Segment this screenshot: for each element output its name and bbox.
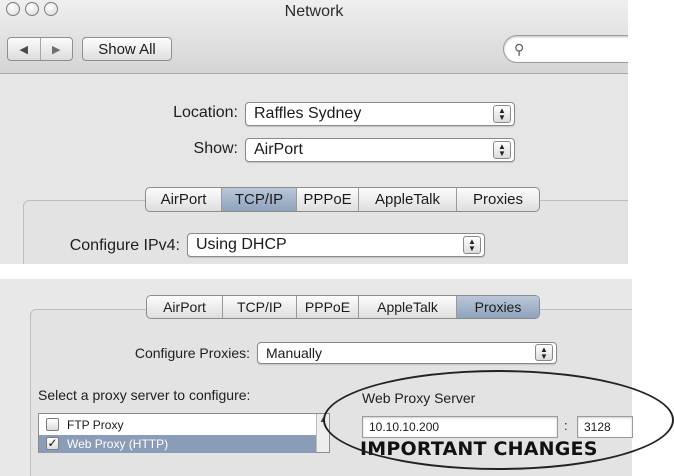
checkbox-icon[interactable]: ✓ bbox=[46, 437, 59, 450]
configure-ipv4-value: Using DHCP bbox=[196, 236, 287, 253]
list-scrollbar[interactable]: ▲ bbox=[316, 414, 329, 452]
search-field[interactable]: ⚲ bbox=[503, 35, 628, 63]
tab-proxies[interactable]: Proxies bbox=[457, 296, 539, 318]
network-window-tcpip: Network ◀ ▶ Show All ⚲ Location: Raffles… bbox=[0, 0, 628, 264]
configure-proxies-label: Configure Proxies: bbox=[134, 345, 250, 361]
tab-appletalk[interactable]: AppleTalk bbox=[359, 188, 457, 211]
tab-pppoe[interactable]: PPPoE bbox=[297, 188, 359, 211]
tab-proxies[interactable]: Proxies bbox=[457, 188, 539, 211]
tab-airport[interactable]: AirPort bbox=[147, 296, 223, 318]
show-value: AirPort bbox=[254, 141, 303, 158]
popup-arrows-icon: ▲ ▼ bbox=[463, 236, 481, 254]
web-proxy-server-field[interactable]: 10.10.10.200 bbox=[362, 416, 558, 438]
checkbox-icon[interactable] bbox=[46, 418, 59, 431]
list-item-web-proxy[interactable]: ✓ Web Proxy (HTTP) bbox=[39, 435, 317, 453]
list-item-ftp-proxy[interactable]: FTP Proxy bbox=[39, 416, 317, 434]
configure-proxies-value: Manually bbox=[266, 345, 323, 361]
tab-bar-proxies: AirPort TCP/IP PPPoE AppleTalk Proxies bbox=[146, 295, 540, 319]
important-changes-annotation: IMPORTANT CHANGES bbox=[360, 438, 598, 460]
show-label: Show: bbox=[193, 140, 238, 157]
tab-bar: AirPort TCP/IP PPPoE AppleTalk Proxies bbox=[145, 187, 540, 212]
show-all-button[interactable]: Show All bbox=[82, 37, 172, 61]
tab-appletalk[interactable]: AppleTalk bbox=[359, 296, 457, 318]
location-label: Location: bbox=[173, 104, 238, 121]
web-proxy-server-label: Web Proxy Server bbox=[362, 390, 476, 406]
forward-arrow-icon[interactable]: ▶ bbox=[41, 38, 73, 60]
popup-arrows-icon: ▲ ▼ bbox=[493, 141, 511, 159]
tab-tcpip[interactable]: TCP/IP bbox=[222, 188, 297, 211]
tab-tcpip[interactable]: TCP/IP bbox=[223, 296, 297, 318]
location-value: Raffles Sydney bbox=[254, 105, 362, 122]
proxy-list-label: Select a proxy server to configure: bbox=[38, 387, 251, 403]
configure-ipv4-label: Configure IPv4: bbox=[69, 237, 180, 254]
tab-pppoe[interactable]: PPPoE bbox=[297, 296, 359, 318]
back-forward-control[interactable]: ◀ ▶ bbox=[7, 37, 73, 61]
configure-proxies-popup[interactable]: Manually ▲ ▼ bbox=[257, 342, 557, 364]
popup-arrows-icon: ▲ ▼ bbox=[493, 105, 511, 123]
tab-airport[interactable]: AirPort bbox=[146, 188, 222, 211]
window-title: Network bbox=[284, 3, 344, 20]
list-item-label: FTP Proxy bbox=[67, 418, 124, 432]
popup-arrows-icon: ▲ ▼ bbox=[535, 344, 553, 361]
show-popup[interactable]: AirPort ▲ ▼ bbox=[245, 138, 515, 162]
web-proxy-port-field[interactable]: 3128 bbox=[577, 416, 633, 438]
list-item-label: Web Proxy (HTTP) bbox=[67, 437, 169, 451]
configure-ipv4-popup[interactable]: Using DHCP ▲ ▼ bbox=[187, 233, 485, 257]
proxy-list[interactable]: FTP Proxy ✓ Web Proxy (HTTP) ▲ bbox=[38, 413, 330, 453]
toolbar: Network ◀ ▶ Show All ⚲ bbox=[0, 0, 628, 74]
port-separator: : bbox=[564, 418, 568, 433]
scroll-up-icon[interactable]: ▲ bbox=[317, 415, 329, 424]
search-icon: ⚲ bbox=[514, 41, 525, 57]
location-popup[interactable]: Raffles Sydney ▲ ▼ bbox=[245, 102, 515, 126]
back-arrow-icon[interactable]: ◀ bbox=[8, 38, 41, 60]
